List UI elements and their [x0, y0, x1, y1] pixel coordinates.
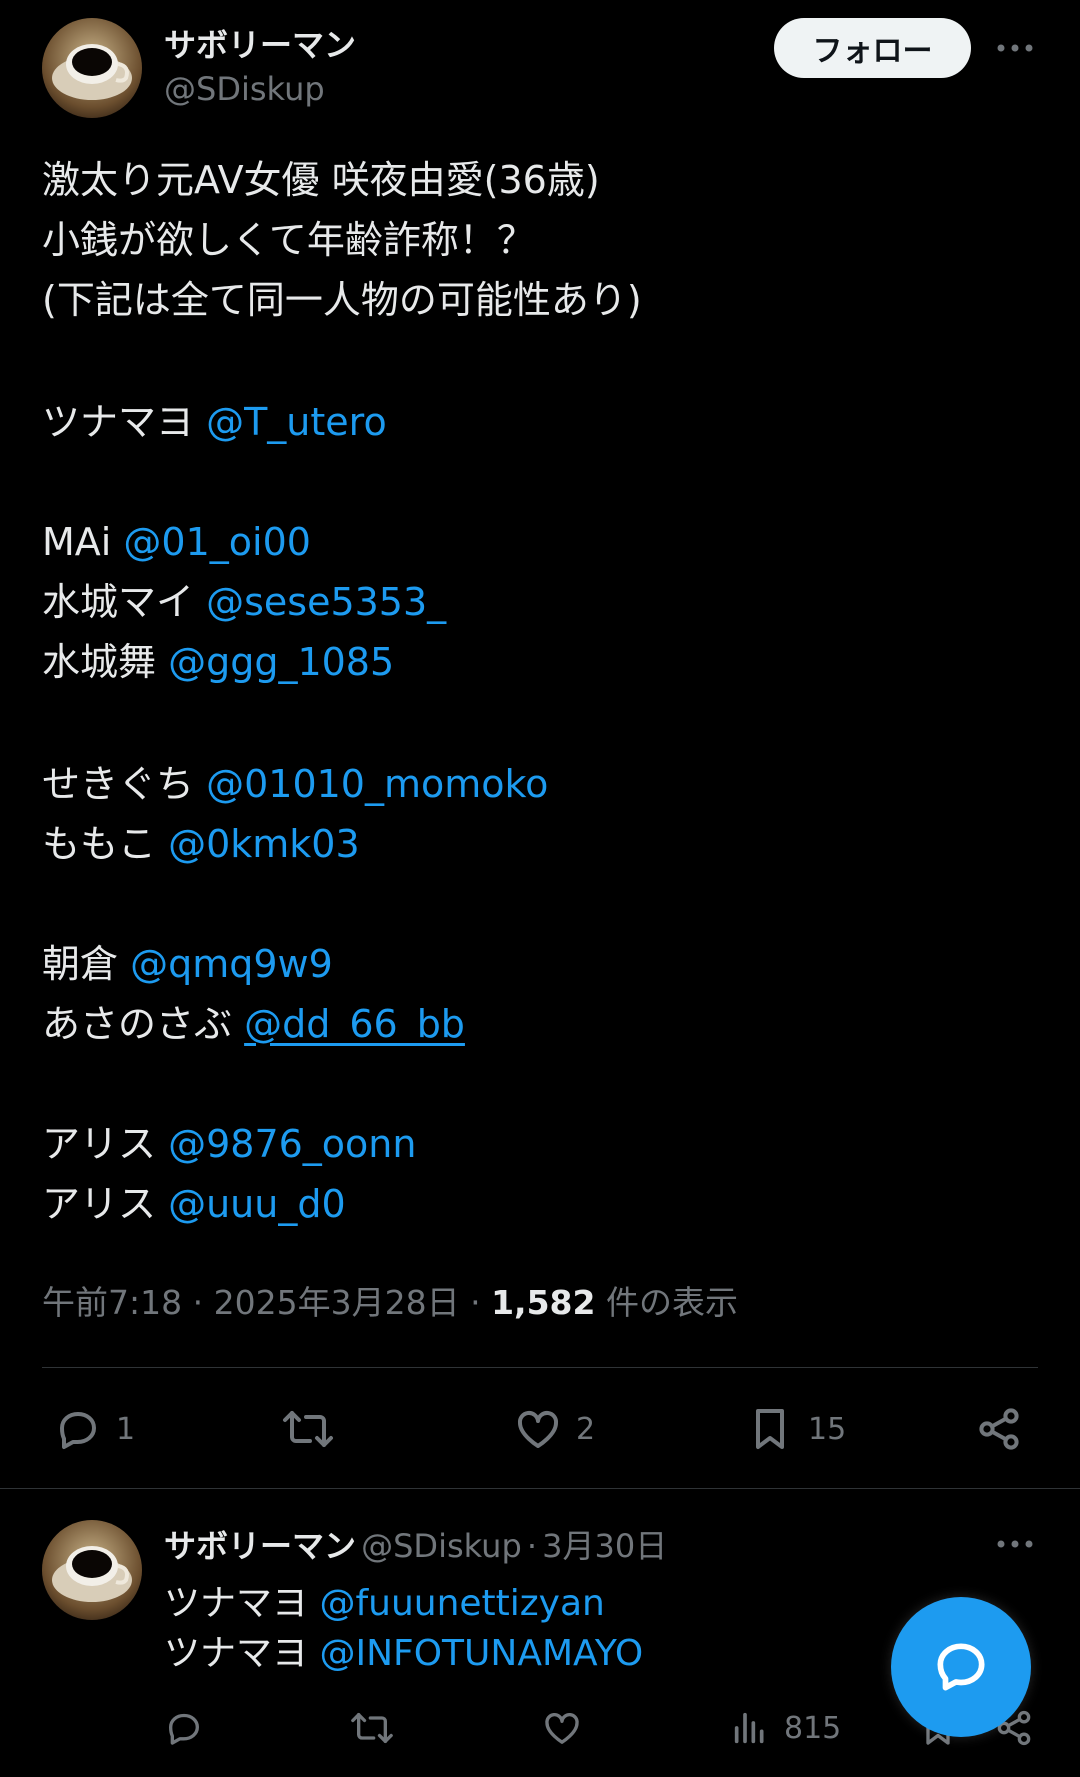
- mention-link[interactable]: @uuu_d0: [168, 1182, 346, 1226]
- mention-link[interactable]: @9876_oonn: [168, 1122, 416, 1166]
- reply-reply-button[interactable]: [164, 1708, 204, 1748]
- more-icon[interactable]: [995, 1530, 1035, 1558]
- post-line: 水城舞 @ggg_1085: [42, 640, 395, 684]
- bookmark-button[interactable]: 15: [746, 1405, 846, 1453]
- reply-line: ツナマヨ @INFOTUNAMAYO: [164, 1633, 644, 1674]
- post-line: ももこ @0kmk03: [42, 822, 360, 866]
- post-line: MAi @01_oi00: [42, 520, 311, 564]
- post-line: 小銭が欲しくて年齢詐称！？: [42, 218, 535, 262]
- reply-author-display-name[interactable]: サボリーマン: [164, 1527, 356, 1565]
- more-icon[interactable]: [995, 34, 1035, 62]
- reply-icon: [169, 1713, 199, 1745]
- like-icon: [517, 1411, 559, 1448]
- like-icon: [545, 1712, 579, 1744]
- author-handle[interactable]: @SDiskup: [164, 70, 325, 108]
- reply-views-button[interactable]: 815: [730, 1708, 841, 1748]
- reply-button[interactable]: 1: [54, 1405, 135, 1453]
- mention-link[interactable]: @qmq9w9: [130, 942, 333, 986]
- author-display-name[interactable]: サボリーマン: [164, 20, 356, 66]
- repost-button[interactable]: [282, 1405, 334, 1453]
- author-avatar[interactable]: [42, 18, 142, 118]
- post-line: あさのさぶ @dd_66_bb: [42, 1002, 465, 1046]
- share-button[interactable]: [975, 1405, 1023, 1453]
- reply-author-avatar[interactable]: [42, 1520, 142, 1620]
- post-date[interactable]: 2025年3月28日: [214, 1283, 460, 1322]
- mention-link[interactable]: @01010_momoko: [206, 762, 548, 806]
- mention-link[interactable]: @INFOTUNAMAYO: [319, 1633, 643, 1674]
- post-time[interactable]: 午前7:18: [42, 1283, 182, 1322]
- compose-message-icon: [937, 1643, 985, 1691]
- divider: [0, 1488, 1080, 1489]
- mention-link[interactable]: @dd_66_bb: [244, 1002, 465, 1046]
- reply-header: サボリーマン @SDiskup · 3月30日: [164, 1527, 668, 1565]
- like-button[interactable]: 2: [514, 1405, 595, 1453]
- reply-repost-button[interactable]: [350, 1708, 394, 1748]
- repost-icon: [351, 1713, 393, 1743]
- post-line: アリス @9876_oonn: [42, 1122, 417, 1166]
- mention-link[interactable]: @01_oi00: [123, 520, 311, 564]
- share-icon: [979, 1408, 1019, 1450]
- reply-icon: [60, 1412, 96, 1449]
- post-line: せきぐち @01010_momoko: [42, 762, 549, 806]
- post-line: 激太り元AV女優 咲夜由愛(36歳): [42, 158, 600, 202]
- reply-date[interactable]: 3月30日: [542, 1527, 667, 1565]
- mention-link[interactable]: @ggg_1085: [168, 640, 394, 684]
- mention-link[interactable]: @sese5353_: [206, 580, 446, 624]
- views-icon: [734, 1712, 764, 1744]
- post-line: 水城マイ @sese5353_: [42, 580, 447, 624]
- repost-icon: [283, 1411, 333, 1447]
- post-line: アリス @uuu_d0: [42, 1182, 346, 1226]
- reply-line: ツナマヨ @fuuunettizyan: [164, 1583, 605, 1624]
- mention-link[interactable]: @fuuunettizyan: [319, 1583, 604, 1624]
- post-line: 朝倉 @qmq9w9: [42, 942, 333, 986]
- divider: [42, 1367, 1038, 1368]
- follow-button[interactable]: フォロー: [774, 18, 971, 78]
- mention-link[interactable]: @0kmk03: [168, 822, 360, 866]
- mention-link[interactable]: @T_utero: [206, 400, 387, 444]
- view-count: 1,582: [491, 1283, 596, 1322]
- compose-message-button[interactable]: [891, 1597, 1031, 1737]
- post-line: ツナマヨ @T_utero: [42, 400, 387, 444]
- post-meta: 午前7:18 · 2025年3月28日 · 1,582 件の表示: [42, 1283, 738, 1322]
- reply-like-button[interactable]: [542, 1708, 582, 1748]
- bookmark-icon: [756, 1409, 784, 1449]
- post-line: (下記は全て同一人物の可能性あり): [42, 278, 642, 322]
- reply-author-handle[interactable]: @SDiskup: [361, 1527, 522, 1565]
